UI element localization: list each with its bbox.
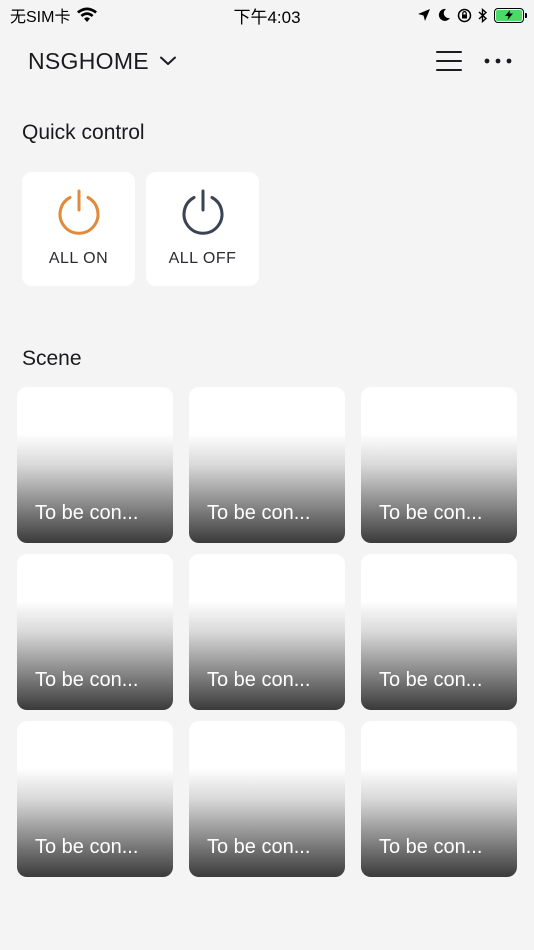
scene-card[interactable]: To be con... <box>361 387 517 543</box>
scene-card[interactable]: To be con... <box>17 387 173 543</box>
quick-control-title: Quick control <box>22 121 145 144</box>
scene-label: To be con... <box>35 836 139 858</box>
scene-card[interactable]: To be con... <box>189 387 345 543</box>
scene-card[interactable]: To be con... <box>189 554 345 710</box>
battery-icon <box>494 7 527 23</box>
location-arrow-icon <box>418 9 430 21</box>
all-on-label: ALL ON <box>48 250 109 267</box>
home-selector[interactable]: NSGHOME <box>28 48 177 75</box>
scene-label: To be con... <box>379 836 483 858</box>
wifi-icon <box>77 7 98 22</box>
scene-card[interactable]: To be con... <box>189 721 345 877</box>
scene-label: To be con... <box>379 669 483 691</box>
scene-label: To be con... <box>379 502 483 524</box>
scene-grid: To be con... To be con... To be con... T… <box>17 387 517 877</box>
menu-button[interactable] <box>436 50 462 72</box>
scene-title: Scene <box>22 347 82 370</box>
charging-bolt-icon <box>505 10 513 20</box>
scene-label: To be con... <box>207 669 311 691</box>
all-off-button[interactable]: ALL OFF <box>146 172 259 286</box>
more-button[interactable] <box>484 57 512 65</box>
power-icon <box>58 189 99 235</box>
scene-card[interactable]: To be con... <box>17 554 173 710</box>
status-bar: 无SIM卡 下午4:03 <box>0 0 534 30</box>
scene-label: To be con... <box>35 669 139 691</box>
scene-label: To be con... <box>207 836 311 858</box>
scene-label: To be con... <box>207 502 311 524</box>
all-off-label: ALL OFF <box>168 250 237 267</box>
carrier-label: 无SIM卡 <box>10 9 71 26</box>
all-on-button[interactable]: ALL ON <box>22 172 135 286</box>
menu-icon <box>436 51 462 71</box>
status-left: 无SIM卡 <box>10 3 98 27</box>
quick-control-row: ALL ON ALL OFF <box>22 172 259 286</box>
scene-label: To be con... <box>35 502 139 524</box>
status-right <box>417 7 527 23</box>
header-actions <box>436 50 512 72</box>
scene-card[interactable]: To be con... <box>361 721 517 877</box>
bluetooth-icon <box>478 7 488 23</box>
scene-card[interactable]: To be con... <box>361 554 517 710</box>
orientation-lock-icon <box>457 8 472 22</box>
scene-card[interactable]: To be con... <box>17 721 173 877</box>
chevron-down-icon <box>159 56 176 65</box>
header: NSGHOME <box>0 38 534 84</box>
moon-icon <box>438 8 450 21</box>
power-icon <box>182 189 223 235</box>
home-title: NSGHOME <box>28 47 149 74</box>
more-icon <box>484 58 512 64</box>
